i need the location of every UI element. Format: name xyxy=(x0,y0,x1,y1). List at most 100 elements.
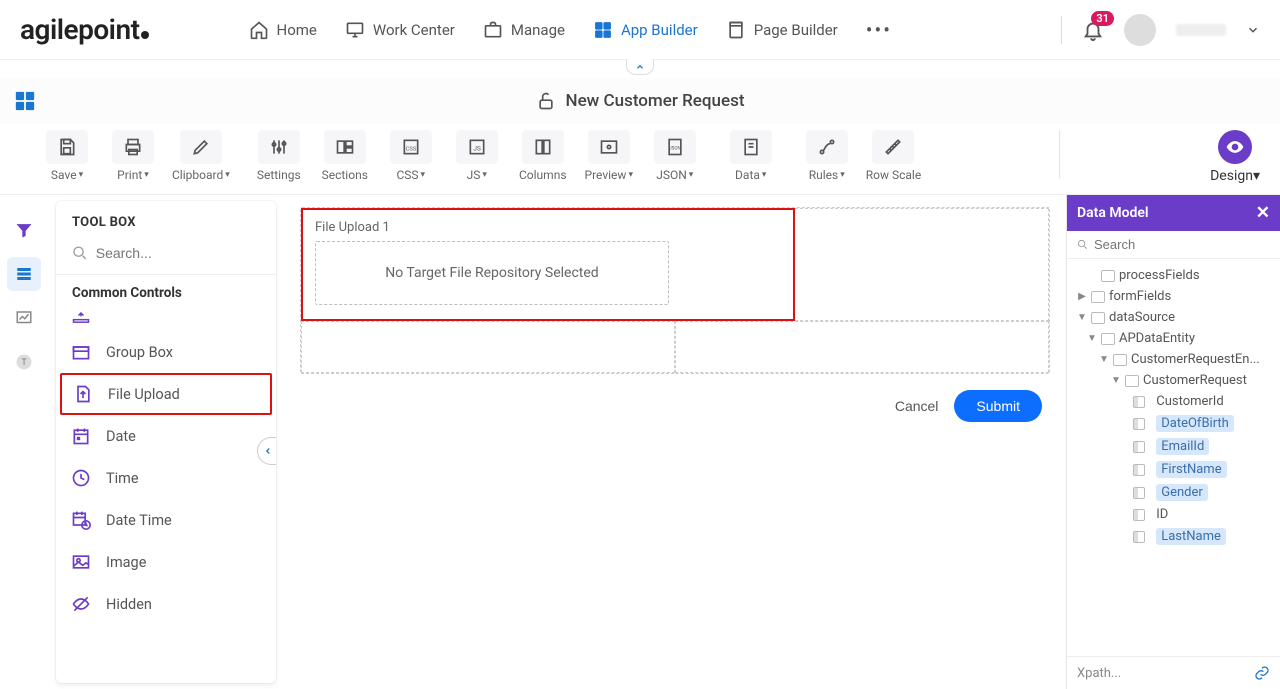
tree-field-firstname[interactable]: FirstName xyxy=(1071,458,1280,481)
groupbox-icon xyxy=(71,342,91,362)
file-upload-placeholder: No Target File Repository Selected xyxy=(385,265,598,281)
toolbar-group-2: Settings Sections CSSCSS▾ JSJS▾ Columns … xyxy=(252,130,702,182)
tree-field-gender[interactable]: Gender xyxy=(1071,481,1280,504)
tool-print[interactable]: Print▾ xyxy=(106,130,160,182)
nav-app-builder[interactable]: App Builder xyxy=(593,20,698,40)
tree-node-customerrequestent[interactable]: ▼CustomerRequestEn... xyxy=(1071,349,1280,370)
tree-field-customerid[interactable]: CustomerId xyxy=(1071,391,1280,412)
xpath-label: Xpath... xyxy=(1077,666,1121,681)
folder-icon xyxy=(1091,312,1105,324)
tool-save[interactable]: Save▾ xyxy=(40,130,94,182)
tool-css[interactable]: CSSCSS▾ xyxy=(384,130,438,182)
folder-icon xyxy=(1091,291,1105,303)
tool-settings[interactable]: Settings xyxy=(252,130,306,182)
nav-work-center[interactable]: Work Center xyxy=(345,20,455,40)
apps-menu-button[interactable] xyxy=(14,90,36,112)
folder-icon xyxy=(1125,375,1139,387)
toolbox-item-spacer-cut[interactable] xyxy=(56,305,276,331)
nav-label: Home xyxy=(277,21,317,39)
form-canvas[interactable]: File Upload 1 No Target File Repository … xyxy=(300,207,1050,374)
rail-filter[interactable] xyxy=(7,213,41,247)
logo-dot xyxy=(141,31,149,39)
tool-row-scale[interactable]: Row Scale xyxy=(866,130,921,182)
notifications-button[interactable]: 31 xyxy=(1082,19,1104,41)
tree-field-id[interactable]: ID xyxy=(1071,504,1280,525)
data-model-close[interactable]: ✕ xyxy=(1256,203,1270,223)
save-icon xyxy=(57,137,77,157)
tool-clipboard[interactable]: Clipboard▾ xyxy=(172,130,230,182)
nav-home[interactable]: Home xyxy=(249,20,317,40)
data-model-header: Data Model ✕ xyxy=(1067,195,1280,231)
folder-icon xyxy=(1101,270,1115,282)
tree-node-processfields[interactable]: processFields xyxy=(1071,265,1280,286)
data-model-search-input[interactable] xyxy=(1094,237,1270,252)
rail-text[interactable]: T xyxy=(7,345,41,379)
toolbox-item-groupbox[interactable]: Group Box xyxy=(56,331,276,373)
apps-icon xyxy=(593,20,613,40)
css-icon: CSS xyxy=(401,137,421,157)
tool-rules[interactable]: Rules▾ xyxy=(800,130,854,182)
tool-design[interactable]: Design▾ xyxy=(1210,130,1260,184)
file-upload-dropzone[interactable]: No Target File Repository Selected xyxy=(315,241,669,305)
nav-manage[interactable]: Manage xyxy=(483,20,565,40)
user-menu-caret[interactable] xyxy=(1246,23,1260,37)
canvas-cell-empty[interactable] xyxy=(301,321,675,373)
data-model-panel: Data Model ✕ processFields ▶formFields ▼… xyxy=(1066,195,1280,689)
text-icon: T xyxy=(15,353,33,371)
toolbox-item-datetime[interactable]: Date Time xyxy=(56,499,276,541)
field-icon xyxy=(1133,487,1145,499)
tool-js[interactable]: JSJS▾ xyxy=(450,130,504,182)
nav-page-builder[interactable]: Page Builder xyxy=(726,20,838,40)
tree-node-customerrequest[interactable]: ▼CustomerRequest xyxy=(1071,370,1280,391)
canvas-cell-empty[interactable] xyxy=(795,208,1049,321)
toolbox-item-hidden[interactable]: Hidden xyxy=(56,583,276,625)
tool-data[interactable]: Data▾ xyxy=(724,130,778,182)
cancel-button[interactable]: Cancel xyxy=(895,398,939,414)
form-actions: Cancel Submit xyxy=(300,374,1050,422)
tree-node-formfields[interactable]: ▶formFields xyxy=(1071,286,1280,307)
avatar[interactable] xyxy=(1124,14,1156,46)
toolbox-search[interactable] xyxy=(56,238,276,275)
toolbox-item-fileupload[interactable]: File Upload xyxy=(60,373,272,415)
toolbox-item-date[interactable]: Date xyxy=(56,415,276,457)
submit-button[interactable]: Submit xyxy=(954,390,1042,422)
file-upload-control[interactable]: File Upload 1 No Target File Repository … xyxy=(301,208,795,321)
rail-chart[interactable] xyxy=(7,301,41,335)
toolbox-item-label: Date Time xyxy=(106,512,172,529)
logo: agilepoint xyxy=(20,13,149,46)
canvas-area: File Upload 1 No Target File Repository … xyxy=(284,195,1066,689)
toolbox-item-time[interactable]: Time xyxy=(56,457,276,499)
toolbox-item-image[interactable]: Image xyxy=(56,541,276,583)
tree-field-lastname[interactable]: LastName xyxy=(1071,525,1280,548)
pencil-icon xyxy=(191,137,211,157)
tool-preview[interactable]: Preview▾ xyxy=(582,130,636,182)
data-model-title: Data Model xyxy=(1077,205,1149,221)
link-icon xyxy=(1254,665,1270,681)
toolbox-item-label: Image xyxy=(106,554,146,571)
tree-node-apdataentity[interactable]: ▼APDataEntity xyxy=(1071,328,1280,349)
briefcase-icon xyxy=(483,20,503,40)
field-icon xyxy=(1133,396,1145,408)
tree-field-emailid[interactable]: EmailId xyxy=(1071,435,1280,458)
toolbox-title: TOOL BOX xyxy=(56,201,276,238)
data-model-search[interactable] xyxy=(1067,231,1280,259)
home-icon xyxy=(249,20,269,40)
tree-field-dateofbirth[interactable]: DateOfBirth xyxy=(1071,412,1280,435)
toolbox-search-input[interactable] xyxy=(96,245,260,261)
sliders-icon xyxy=(269,137,289,157)
nav-more[interactable]: ••• xyxy=(866,18,892,42)
tool-json[interactable]: JSONJSON▾ xyxy=(648,130,702,182)
tree-node-datasource[interactable]: ▼dataSource xyxy=(1071,307,1280,328)
folder-icon xyxy=(1101,333,1115,345)
tool-columns[interactable]: Columns xyxy=(516,130,570,182)
canvas-cell-empty[interactable] xyxy=(675,321,1049,373)
tool-sections[interactable]: Sections xyxy=(318,130,372,182)
collapse-toggle[interactable] xyxy=(626,59,654,75)
rail-form[interactable] xyxy=(7,257,41,291)
toolbox-section-header: Common Controls xyxy=(56,275,276,305)
link-button[interactable] xyxy=(1254,665,1270,681)
toolbar-group-4: Rules▾ Row Scale xyxy=(800,130,921,182)
svg-text:JSON: JSON xyxy=(669,146,681,152)
datetime-icon xyxy=(71,510,91,530)
unlock-icon xyxy=(536,91,556,111)
